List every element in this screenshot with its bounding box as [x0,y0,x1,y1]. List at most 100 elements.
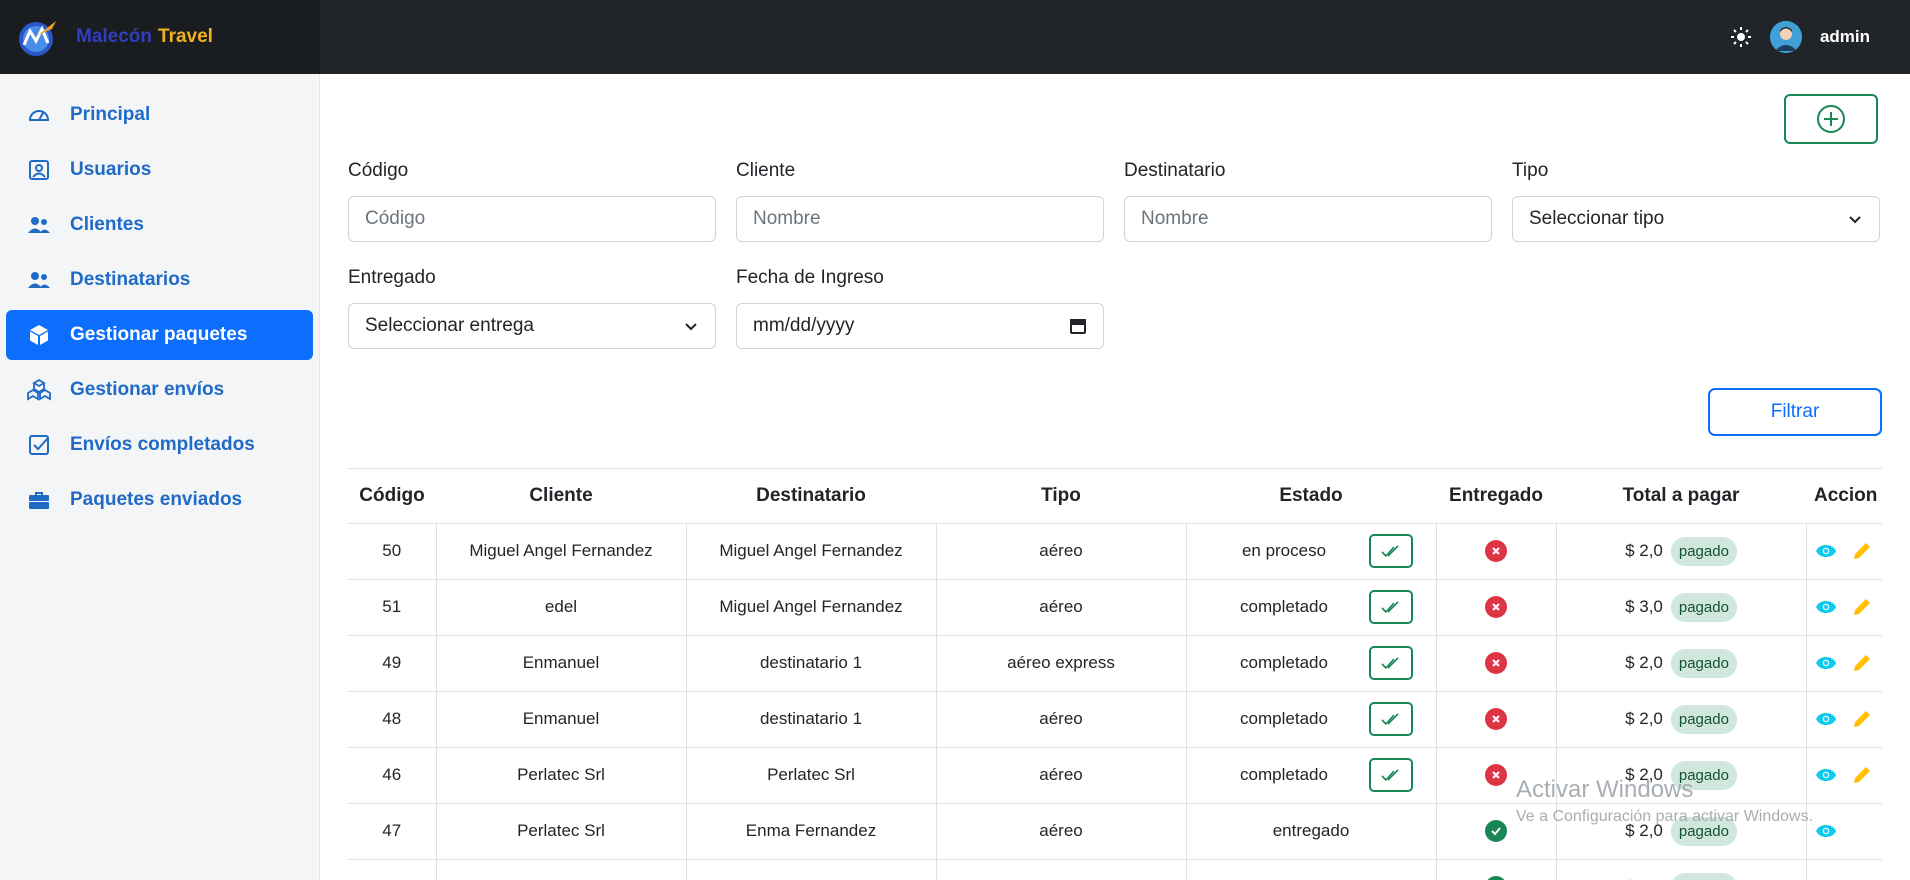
estado-text: en proceso [1241,541,1327,560]
cell-codigo: 51 [348,578,437,636]
entregado-select-value: Seleccionar entrega [365,315,534,336]
column-header-entregado[interactable]: Entregado [1436,469,1556,524]
table-row[interactable]: 51 edel Miguel Angel Fernandez aéreo complet… [348,578,1882,636]
column-header-tipo[interactable]: Tipo [936,469,1186,524]
mark-complete-button[interactable] [1369,702,1413,736]
sidebar-item-label: Principal [70,104,151,125]
cell-tipo: aéreo [935,690,1187,748]
mark-complete-button[interactable] [1369,534,1413,568]
column-header-cliente[interactable]: Cliente [436,469,686,524]
cell-actions [1805,858,1882,880]
table-row[interactable]: 48 Enmanuel destinatario 1 aéreo completado $… [348,690,1882,748]
column-header-destinatario[interactable]: Destinatario [686,469,936,524]
username[interactable]: admin [1820,27,1870,47]
cell-entregado [1435,634,1557,692]
sidebar-item-gestionar-paquetes[interactable]: Gestionar paquetes [6,310,313,360]
pencil-icon[interactable] [1851,652,1873,674]
cell-tipo: aéreo express [935,634,1187,692]
eye-icon[interactable] [1815,652,1837,674]
fecha-ingreso-input[interactable]: mm/dd/yyyy [736,303,1104,349]
calendar-icon[interactable] [1069,317,1087,335]
codigo-input[interactable] [348,196,716,242]
cell-cliente: edel [435,578,687,636]
eye-icon[interactable] [1815,540,1837,562]
chevron-down-icon [1849,216,1861,224]
sidebar-item-destinatarios[interactable]: Destinatarios [6,255,313,305]
check-square-icon [26,432,52,458]
sidebar-item-label: Gestionar paquetes [70,324,248,345]
mark-complete-button[interactable] [1369,590,1413,624]
sidebar-item-envios-completados[interactable]: Envíos completados [6,420,313,470]
cell-actions [1805,522,1882,580]
filter-codigo-label: Código [348,160,409,181]
eye-icon[interactable] [1815,708,1837,730]
sidebar-item-label: Usuarios [70,159,152,180]
sidebar-item-usuarios[interactable]: Usuarios [6,145,313,195]
destinatario-input[interactable] [1124,196,1492,242]
people-icon [26,267,52,293]
sidebar: Principal Usuarios Clientes Destinatario… [0,74,320,880]
status-badge: pagado [1670,704,1737,734]
filter-destinatario-label: Destinatario [1124,160,1226,181]
add-package-button[interactable] [1784,94,1878,144]
brand-name-part1: Malecón [76,26,153,47]
cell-cliente: Perlatec Srl [435,746,687,804]
column-header-estado[interactable]: Estado [1186,469,1436,524]
filter-destinatario: Destinatario [1124,160,1492,242]
estado-text: completado [1240,765,1328,784]
status-badge: pagado [1670,872,1737,880]
user-area: admin [1730,0,1870,74]
eye-icon[interactable] [1815,596,1837,618]
eye-icon[interactable] [1815,876,1837,880]
column-header-total[interactable]: Total a pagar [1556,469,1806,524]
tipo-select[interactable]: Seleccionar tipo [1512,196,1880,242]
status-badge: pagado [1670,648,1737,678]
cell-total: $ 2,0pagado [1555,522,1807,580]
filter-cliente-label: Cliente [736,160,796,181]
cell-destinatario: Perlatec Srl [685,746,937,804]
box-icon [26,322,52,348]
column-header-codigo[interactable]: Código [348,469,436,524]
cell-cliente: Enmanuel [435,634,687,692]
sidebar-item-gestionar-envios[interactable]: Gestionar envíos [6,365,313,415]
boxes-icon [26,377,52,403]
sidebar-item-clientes[interactable]: Clientes [6,200,313,250]
eye-icon[interactable] [1815,764,1837,786]
brand[interactable]: Malecón Travel [0,0,320,74]
filter-button[interactable]: Filtrar [1708,388,1882,436]
pencil-icon[interactable] [1851,708,1873,730]
person-badge-icon [26,157,52,183]
entregado-select[interactable]: Seleccionar entrega [348,303,716,349]
people-icon [26,212,52,238]
cell-codigo: 41 [348,858,437,880]
sidebar-item-principal[interactable]: Principal [6,90,313,140]
table-row[interactable]: 50 Miguel Angel Fernandez Miguel Angel Fer… [348,522,1882,580]
cell-cliente: Miguel Angel Fernandez [435,858,687,880]
x-circle-icon [1485,596,1507,618]
check-double-icon [1381,713,1399,726]
pencil-icon[interactable] [1851,540,1873,562]
table-row[interactable]: 41Miguel Angel FernandezPerlatec Srlaére… [348,858,1882,880]
mark-complete-button[interactable] [1369,646,1413,680]
sidebar-item-paquetes-enviados[interactable]: Paquetes enviados [6,475,313,525]
check-double-icon [1381,769,1399,782]
sun-icon[interactable] [1730,26,1752,48]
pencil-icon[interactable] [1851,596,1873,618]
column-header-accion[interactable]: Accion [1806,469,1882,524]
sidebar-item-label: Envíos completados [70,434,255,455]
eye-icon[interactable] [1815,820,1837,842]
cell-total: $ 2,0pagado [1555,858,1807,880]
watermark-line1: Activar Windows [1516,776,1694,803]
cliente-input[interactable] [736,196,1104,242]
estado-text: completado [1240,709,1328,728]
cell-entregado [1435,690,1557,748]
pencil-icon[interactable] [1851,764,1873,786]
avatar[interactable] [1769,21,1802,53]
cell-estado: completado [1185,690,1437,748]
cell-estado: entregado [1185,802,1437,860]
table-row[interactable]: 49 Enmanuel destinatario 1 aéreo express com… [348,634,1882,692]
cell-total: $ 3,0 pagado [1555,578,1807,636]
mark-complete-button[interactable] [1369,758,1413,792]
cell-destinatario: destinatario 1 [685,634,937,692]
cell-entregado [1435,578,1557,636]
